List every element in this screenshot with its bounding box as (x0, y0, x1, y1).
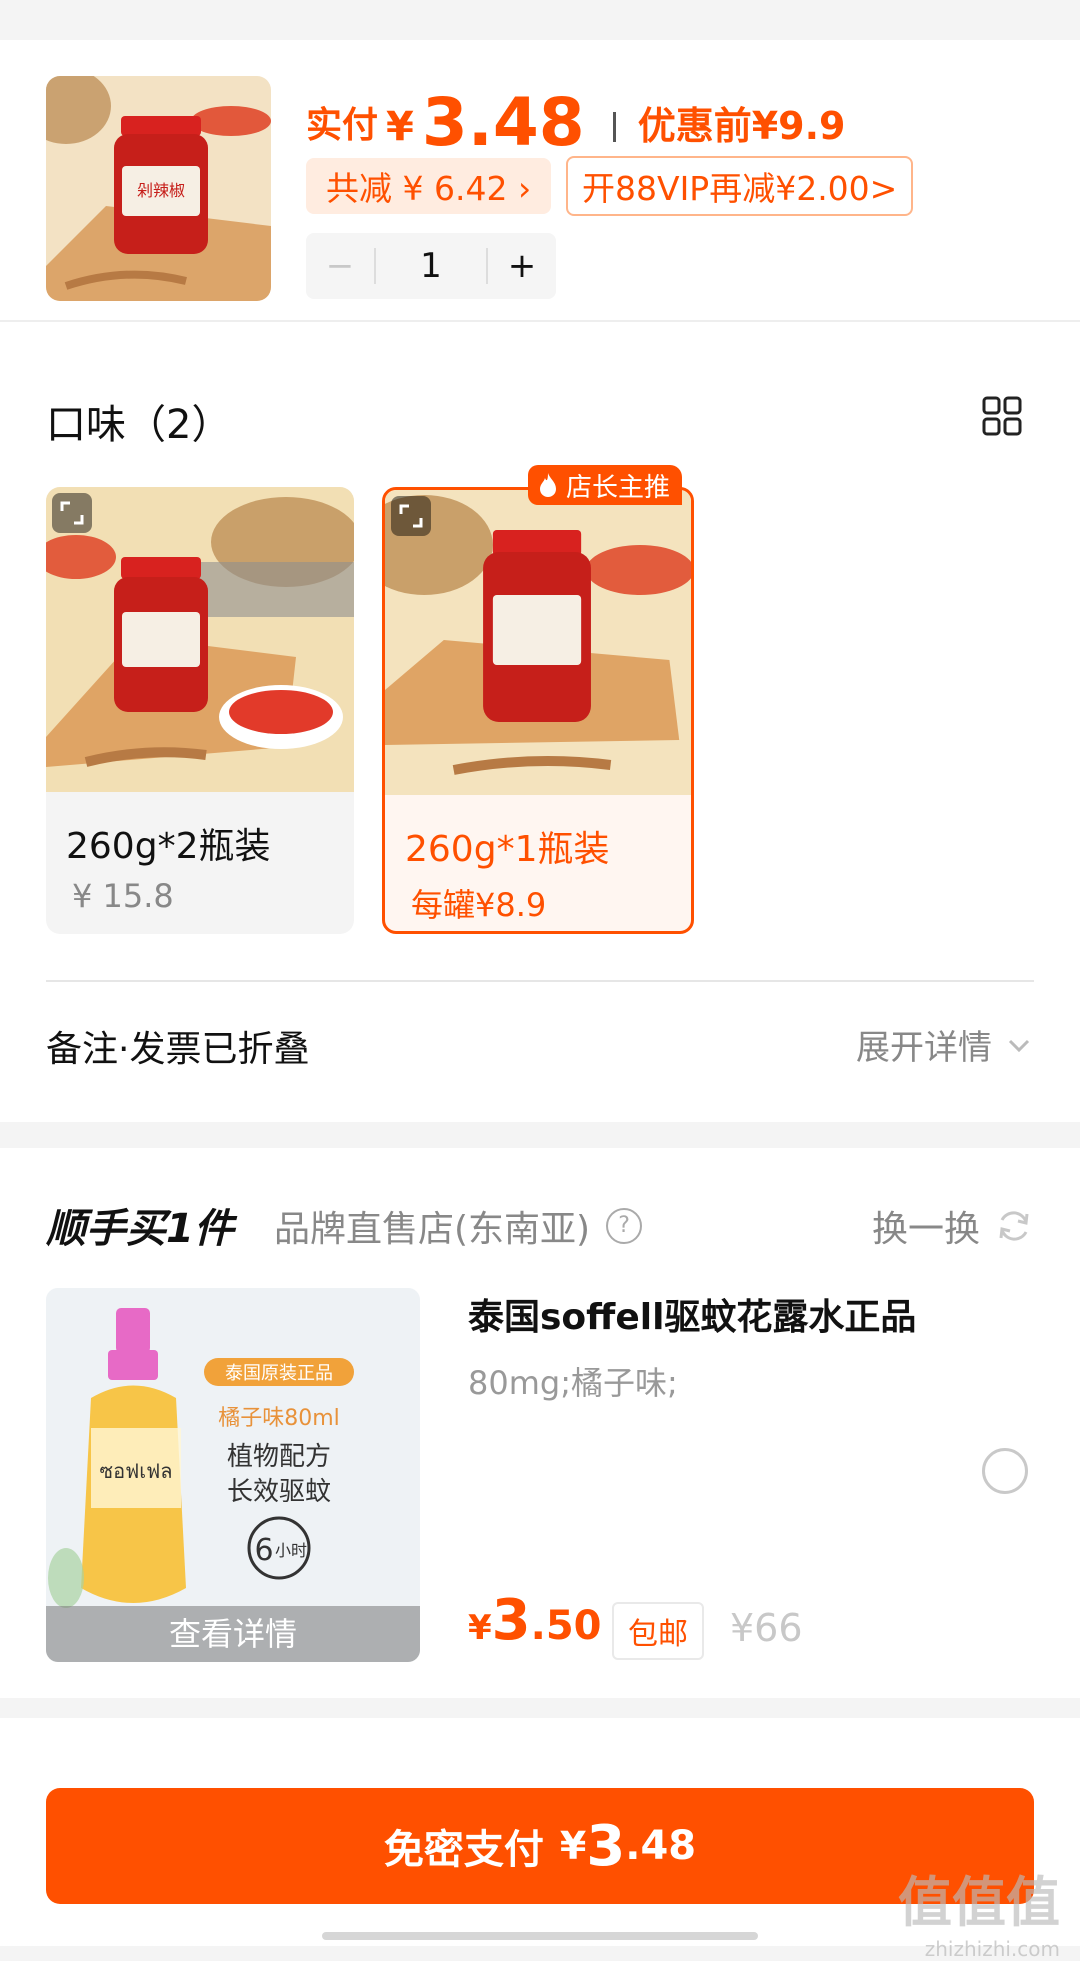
addon-product-name[interactable]: 泰国soffell驱蚊花露水正品 (468, 1288, 916, 1340)
option-price: ¥ 15.8 (72, 877, 174, 915)
grid-view-icon[interactable] (982, 396, 1022, 436)
tag-longlasting-text: 长效驱蚊 (227, 1477, 331, 1507)
tag-flavor-text: 橘子味80ml (218, 1406, 340, 1431)
tag-plant-text: 植物配方 (227, 1442, 331, 1472)
expand-image-icon[interactable] (391, 496, 431, 536)
pay-button-decimal: .48 (625, 1823, 697, 1869)
addon-select-radio[interactable] (982, 1448, 1028, 1494)
product-summary: 剁辣椒 实付 ¥ 3.48 优惠前¥9.9 共减 ¥ 6.42 › 开88VIP… (0, 40, 1080, 320)
actual-pay-label: 实付 (306, 105, 379, 146)
flavor-title: 口味（2） (46, 402, 232, 448)
currency-symbol: ¥ (386, 104, 414, 150)
chevron-down-icon (1008, 1039, 1030, 1052)
view-details-button[interactable]: 查看详情 (46, 1606, 420, 1662)
pay-button-integer: 3 (586, 1813, 626, 1879)
store-recommend-badge: 店长主推 (528, 465, 683, 505)
addon-product-spec: 80mg;橘子味; (468, 1364, 678, 1402)
quantity-stepper: − 1 + (306, 233, 556, 299)
store-name: 品牌直售店(东南亚) (274, 1209, 591, 1250)
home-indicator[interactable] (322, 1932, 758, 1940)
pay-button-label: 免密支付 (383, 1827, 544, 1873)
expand-details-label: 展开详情 (856, 1028, 992, 1068)
bottom-pay-bar: 免密支付 ¥3.48 值值值 zhizhizhi.com (0, 1718, 1080, 1961)
bottle-label-text: ซอฟเฟล (100, 1459, 173, 1483)
swap-label: 换一换 (871, 1209, 980, 1250)
addon-price-integer: 3 (491, 1588, 531, 1653)
notes-invoice-collapsed-label: 备注·发票已折叠 (46, 1029, 310, 1070)
chili-jar-image: 剁辣椒 (46, 76, 271, 301)
decrease-quantity-button[interactable]: − (306, 246, 374, 286)
flavor-option-2-bottles[interactable]: 260g*2瓶装 ¥ 15.8 (46, 487, 354, 934)
addon-price-yen: ¥ (468, 1608, 492, 1648)
free-shipping-badge: 包邮 (612, 1602, 704, 1660)
password-free-pay-button[interactable]: 免密支付 ¥3.48 (46, 1788, 1034, 1904)
product-thumbnail[interactable]: 剁辣椒 (46, 76, 271, 301)
watermark-main: 值值值 (898, 1871, 1060, 1934)
hours-unit-text: 小时 (275, 1541, 307, 1560)
flavor-section: 口味（2） 260g*2瓶装 ¥ 15.8 260g*1瓶装 每罐¥8.9 店长… (0, 320, 1080, 1122)
increase-quantity-button[interactable]: + (488, 246, 556, 286)
addon-price: ¥3.50 (468, 1588, 602, 1653)
help-icon[interactable]: ? (606, 1208, 643, 1244)
addon-product-image[interactable]: ซอฟเฟล 泰国原装正品 橘子味80ml 植物配方 长效驱蚊 6 小时 查看详… (46, 1288, 420, 1662)
addon-price-decimal: .50 (530, 1603, 602, 1649)
flame-icon (540, 473, 556, 497)
flavor-option-1-bottle[interactable]: 260g*1瓶装 每罐¥8.9 (382, 487, 694, 934)
option-price: 每罐¥8.9 (411, 886, 547, 924)
vip-discount-chip[interactable]: 开88VIP再减¥2.00> (566, 156, 914, 216)
refresh-icon (999, 1211, 1029, 1241)
recommend-badge-label: 店长主推 (566, 472, 671, 503)
jar-label-text: 剁辣椒 (137, 181, 185, 200)
option-image (46, 487, 354, 792)
price-divider (612, 112, 616, 142)
addon-title: 顺手买1件 (46, 1206, 234, 1252)
watermark-sub: zhizhizhi.com (924, 1937, 1060, 1961)
pay-button-yen: ¥ (559, 1824, 587, 1868)
option-name: 260g*1瓶装 (405, 829, 610, 870)
price-row: 实付 ¥ 3.48 优惠前¥9.9 (306, 76, 845, 156)
option-name: 260g*2瓶装 (66, 826, 271, 867)
price-before-discount: 优惠前¥9.9 (637, 104, 846, 148)
section-divider (46, 980, 1034, 982)
expand-details-button[interactable]: 展开详情 (856, 1020, 1034, 1069)
hours-number-text: 6 (254, 1533, 273, 1568)
quantity-value[interactable]: 1 (376, 246, 486, 286)
total-discount-chip[interactable]: 共减 ¥ 6.42 › (306, 158, 552, 214)
addon-section: 顺手买1件 品牌直售店(东南亚) ? 换一换 ซอฟเฟล 泰国原装正品 橘子味… (0, 1148, 1080, 1698)
addon-original-price: ¥66 (730, 1606, 803, 1650)
swap-item-button[interactable]: 换一换 (872, 1200, 1034, 1252)
tag-authentic-text: 泰国原装正品 (225, 1363, 333, 1384)
actual-pay-amount: 3.48 (421, 84, 585, 161)
expand-image-icon[interactable] (52, 493, 92, 533)
addon-store: 品牌直售店(东南亚) ? (274, 1200, 643, 1252)
